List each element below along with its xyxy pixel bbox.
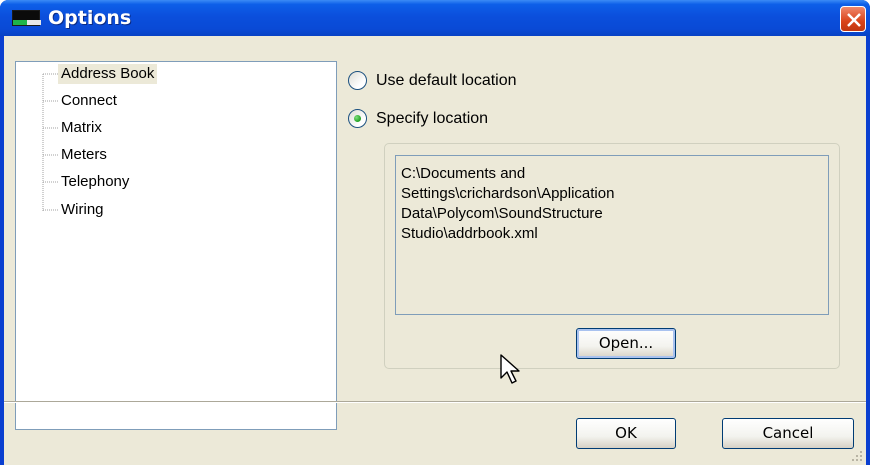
specify-location-option[interactable]: Specify location (348, 108, 488, 130)
ok-button[interactable]: OK (576, 418, 676, 449)
app-icon (12, 10, 41, 26)
tree-item-meters[interactable]: Meters (58, 145, 110, 165)
window-title: Options (48, 7, 132, 29)
resize-grip-icon[interactable] (851, 450, 863, 462)
footer-separator (4, 401, 866, 403)
options-window: Options Address Book Connect Matrix Mete… (0, 0, 870, 465)
use-default-location-option[interactable]: Use default location (348, 70, 517, 92)
use-default-label: Use default location (376, 72, 517, 89)
tree-item-wiring[interactable]: Wiring (58, 200, 107, 220)
dialog-client-area: Address Book Connect Matrix Meters Telep… (4, 36, 866, 465)
title-bar[interactable]: Options (0, 0, 870, 36)
radio-selected-dot (354, 115, 361, 122)
cancel-button[interactable]: Cancel (722, 418, 854, 449)
location-path-field[interactable]: C:\Documents and Settings\crichardson\Ap… (395, 155, 829, 315)
use-default-radio[interactable] (348, 71, 367, 90)
tree-item-telephony[interactable]: Telephony (58, 172, 132, 192)
mouse-cursor-icon (500, 354, 520, 384)
options-tree[interactable]: Address Book Connect Matrix Meters Telep… (15, 61, 337, 430)
close-icon (847, 13, 861, 27)
close-button[interactable] (840, 6, 866, 32)
specify-location-radio[interactable] (348, 109, 367, 128)
specify-location-label: Specify location (376, 110, 489, 127)
tree-item-connect[interactable]: Connect (58, 91, 120, 111)
open-button[interactable]: Open... (576, 328, 676, 359)
tree-item-address-book[interactable]: Address Book (58, 64, 158, 84)
tree-item-matrix[interactable]: Matrix (58, 118, 105, 138)
